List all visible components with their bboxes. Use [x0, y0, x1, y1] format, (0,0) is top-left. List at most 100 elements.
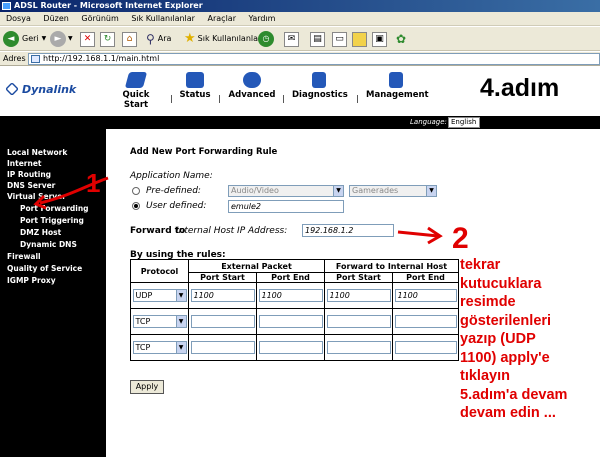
management-icon: [389, 72, 403, 88]
ext-port-end-input[interactable]: [258, 315, 323, 328]
int-port-start-input[interactable]: 1100: [326, 289, 391, 302]
forward-ip-input[interactable]: 192.168.1.2: [302, 224, 394, 237]
int-port-end-input[interactable]: 1100: [394, 289, 457, 302]
menu-item-yardim[interactable]: Yardım: [249, 14, 276, 23]
ext-port-end-input[interactable]: [258, 341, 323, 354]
nav-label: Management: [366, 90, 429, 100]
sidebar-item-dynamic-dns[interactable]: Dynamic DNS: [20, 240, 77, 249]
chevron-down-icon: ▼: [41, 35, 47, 42]
sidebar-item-local-network[interactable]: Local Network: [7, 148, 67, 157]
sidebar-item-dmz-host[interactable]: DMZ Host: [20, 228, 61, 237]
col-ext-port-end: Port End: [256, 272, 325, 283]
menu-item-duzen[interactable]: Düzen: [43, 14, 68, 23]
mail-button[interactable]: ✉: [284, 30, 299, 48]
nav-quick-start[interactable]: Quick Start: [110, 72, 162, 110]
col-protocol: Protocol: [130, 259, 189, 283]
col-internal-host: Forward to Internal Host: [324, 259, 459, 273]
predefined-radio[interactable]: [132, 187, 140, 195]
sidebar-item-virtual-server[interactable]: Virtual Server: [7, 192, 66, 201]
nav-diagnostics[interactable]: Diagnostics: [292, 72, 348, 100]
address-label: Adres: [3, 54, 26, 63]
stop-button[interactable]: ✕: [80, 30, 95, 48]
chevron-down-icon: ▼: [426, 186, 436, 196]
advanced-icon: [243, 72, 261, 88]
ie-icon: [2, 2, 11, 10]
nav-management[interactable]: Management: [366, 72, 429, 100]
sidebar-item-firewall[interactable]: Firewall: [7, 252, 41, 261]
sidebar-item-port-triggering[interactable]: Port Triggering: [20, 216, 84, 225]
history-button[interactable]: ◷: [258, 30, 274, 48]
nav-separator: |: [356, 94, 359, 103]
tool-button[interactable]: ✿: [396, 30, 406, 48]
protocol-value: UDP: [135, 291, 153, 300]
col-ext-port-start: Port Start: [188, 272, 257, 283]
language-select[interactable]: English: [448, 117, 480, 128]
print-icon: ▤: [310, 31, 325, 47]
ext-port-end-input[interactable]: 1100: [258, 289, 323, 302]
annotation-note-line: tıklayın: [460, 368, 510, 384]
language-label: Language:: [410, 118, 447, 126]
menu-item-gorunum[interactable]: Görünüm: [81, 14, 118, 23]
refresh-button[interactable]: ↻: [100, 30, 115, 48]
search-label: Ara: [157, 34, 172, 43]
ext-port-start-input[interactable]: [190, 315, 255, 328]
window-title: ADSL Router - Microsoft Internet Explore…: [14, 1, 203, 10]
user-defined-input[interactable]: emule2: [228, 200, 344, 213]
back-button[interactable]: ◄ Geri ▼: [3, 30, 46, 48]
protocol-select[interactable]: TCP ▼: [132, 341, 187, 354]
annotation-note: tekrar kutucuklara resimde gösterilenler…: [460, 256, 567, 423]
folder-button[interactable]: [352, 30, 367, 48]
annotation-note-line: gösterilenleri: [460, 312, 552, 329]
sidebar-item-ip-routing[interactable]: IP Routing: [7, 170, 51, 179]
nav-advanced[interactable]: Advanced: [228, 72, 276, 100]
home-button[interactable]: ⌂: [122, 30, 137, 48]
print-button[interactable]: ▤: [310, 30, 325, 48]
search-icon: ⚲: [146, 32, 155, 46]
predefined-select-2[interactable]: Gamerades ▼: [349, 185, 437, 197]
ext-port-start-input[interactable]: 1100: [190, 289, 255, 302]
apply-button[interactable]: Apply: [130, 380, 164, 394]
nav-status[interactable]: Status: [178, 72, 212, 100]
menu-item-dosya[interactable]: Dosya: [6, 14, 31, 23]
ext-port-start-input[interactable]: [190, 341, 255, 354]
nav-separator: |: [218, 94, 221, 103]
forward-button[interactable]: ► ▼: [50, 30, 73, 48]
folder-icon: [352, 31, 367, 47]
menu-item-araclar[interactable]: Araçlar: [208, 14, 236, 23]
protocol-select[interactable]: UDP ▼: [132, 289, 187, 302]
refresh-icon: ↻: [100, 31, 115, 47]
user-defined-radio[interactable]: [132, 202, 140, 210]
predefined-select[interactable]: Audio/Video ▼: [228, 185, 344, 197]
mail-icon: ✉: [284, 31, 299, 47]
sidebar-item-internet[interactable]: Internet: [7, 159, 42, 168]
sidebar-item-port-forwarding[interactable]: Port Forwarding: [20, 204, 89, 213]
int-port-start-input[interactable]: [326, 341, 391, 354]
menu-item-favorites[interactable]: Sık Kullanılanlar: [131, 14, 195, 23]
favorites-button[interactable]: ★ Sık Kullanılanlar: [184, 30, 261, 48]
address-bar: Adres http://192.168.1.1/main.html: [0, 52, 600, 66]
annotation-note-line: yazıp (UDP: [460, 331, 536, 347]
sidebar-item-igmp-proxy[interactable]: IGMP Proxy: [7, 276, 56, 285]
sidebar-item-qos[interactable]: Quality of Service: [7, 264, 82, 273]
user-defined-label: User defined:: [146, 201, 207, 211]
int-port-end-input[interactable]: [394, 315, 457, 328]
table-row: UDP ▼ 1100 1100 1100 1100: [130, 282, 459, 309]
table-row: TCP ▼: [130, 308, 459, 335]
address-input[interactable]: http://192.168.1.1/main.html: [28, 53, 600, 65]
annotation-step-4: 4.adım: [480, 74, 560, 102]
sidebar-item-dns-server[interactable]: DNS Server: [7, 181, 55, 190]
protocol-select[interactable]: TCP ▼: [132, 315, 187, 328]
messenger-button[interactable]: ▣: [372, 30, 387, 48]
int-port-start-input[interactable]: [326, 315, 391, 328]
int-port-end-input[interactable]: [394, 341, 457, 354]
nav-separator: |: [282, 94, 285, 103]
search-button[interactable]: ⚲ Ara: [146, 30, 171, 48]
forward-ip-value: 192.168.1.2: [305, 226, 354, 235]
table-row: TCP ▼: [130, 334, 459, 361]
window-title-bar: ADSL Router - Microsoft Internet Explore…: [0, 0, 600, 12]
messenger-icon: ▣: [372, 31, 387, 47]
col-external-packet: External Packet: [188, 259, 325, 273]
edit-button[interactable]: ▭: [332, 30, 347, 48]
logo-mark-icon: [5, 82, 19, 96]
annotation-note-line: devam edin ...: [460, 405, 556, 421]
